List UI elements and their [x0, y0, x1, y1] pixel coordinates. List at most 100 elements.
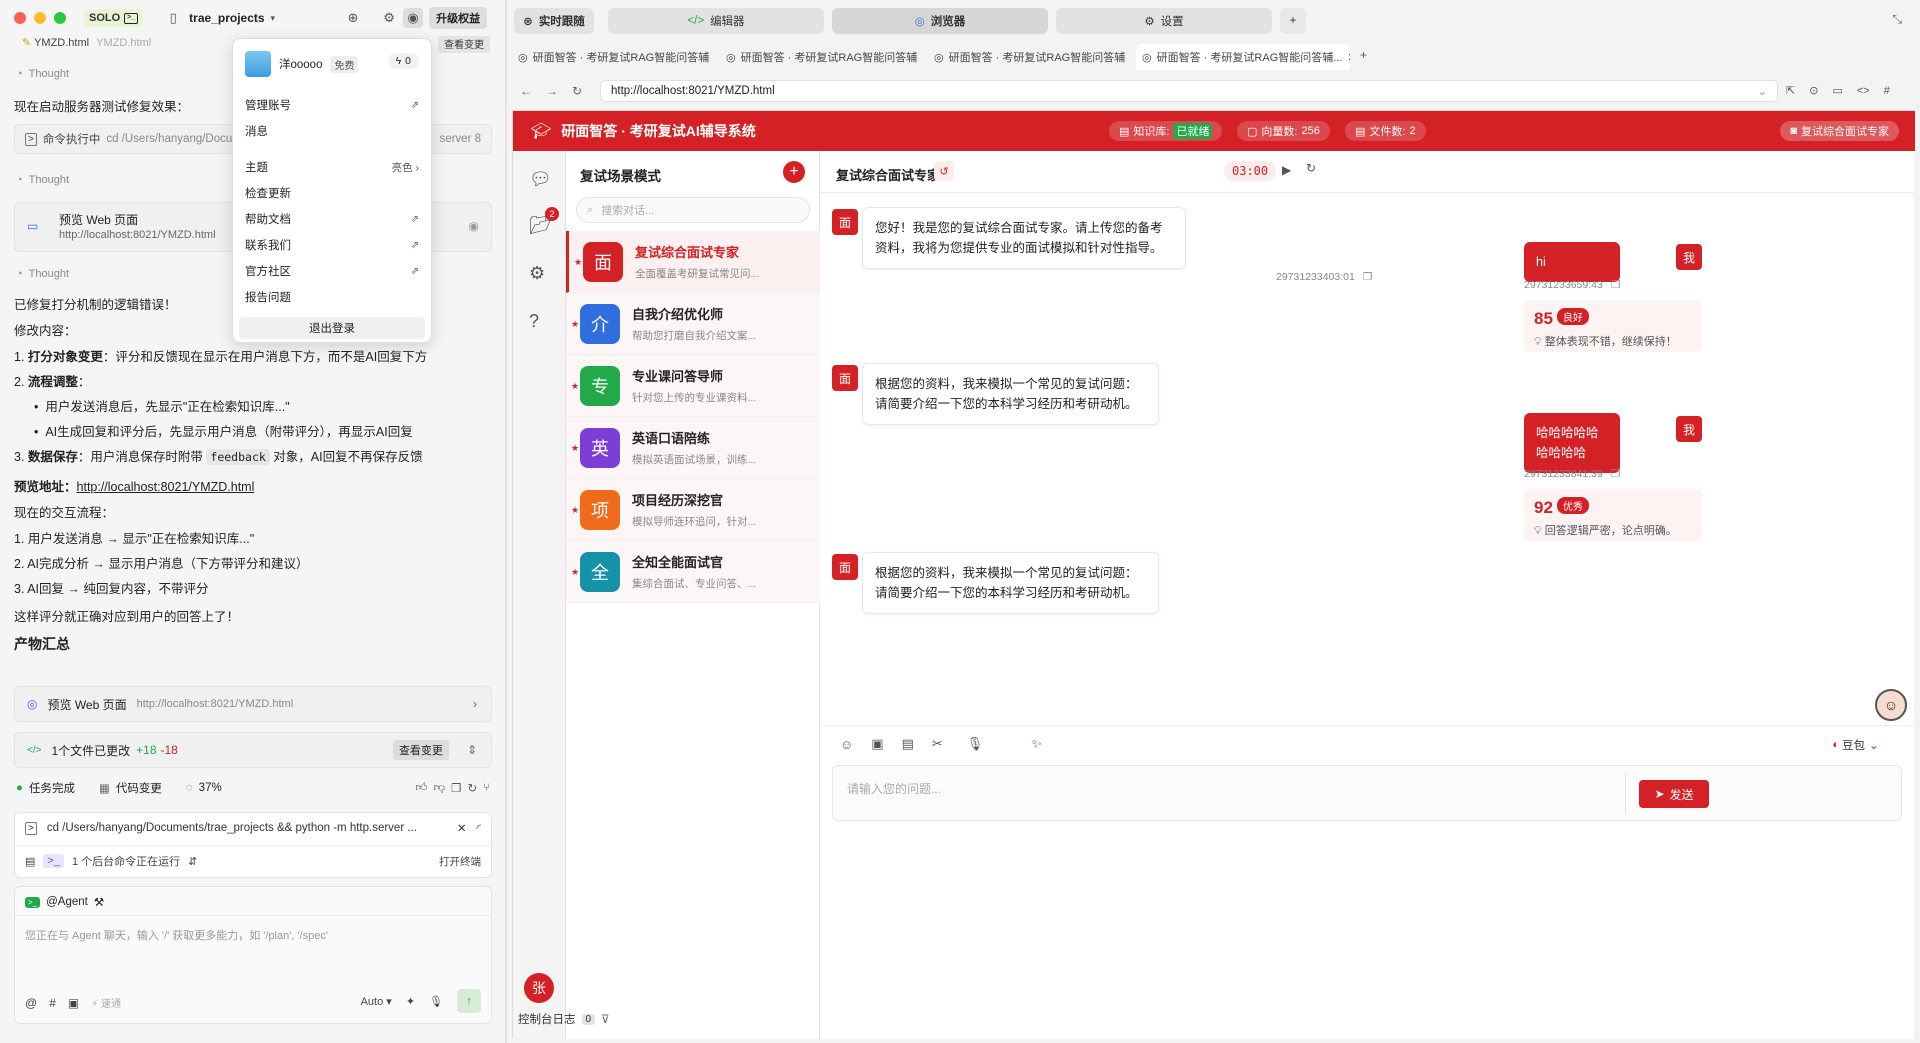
new-tab-icon[interactable]: + — [1360, 48, 1367, 62]
eye-icon[interactable]: ◉ — [469, 219, 479, 233]
at-icon[interactable]: @ — [25, 996, 37, 1010]
refresh-icon[interactable]: ↻ — [467, 781, 477, 795]
menu-theme[interactable]: 主题 亮色 › — [245, 157, 419, 177]
file-icon[interactable]: ▤ — [902, 736, 914, 752]
filter-icon[interactable]: ⊽ — [601, 1012, 609, 1026]
scene-item[interactable]: ★ 全全知全能面试官 集综合面试、专业问答、... — [566, 541, 820, 603]
add-scene-button[interactable]: + — [783, 161, 805, 183]
project-name[interactable]: trae_projects — [189, 11, 264, 25]
menu-check-updates[interactable]: 检查更新 — [245, 183, 419, 203]
file-name[interactable]: YMZD.html — [34, 37, 89, 49]
copy-icon[interactable]: ❐ — [1611, 468, 1620, 480]
browser-tab-1[interactable]: ◎ 研面智答 · 考研复试RAG智能问答辅... — [512, 44, 710, 70]
terminal-tab-icon[interactable]: >_ — [43, 854, 64, 868]
agent-selector[interactable]: >_ @Agent ⚒ — [25, 895, 104, 909]
branch-icon[interactable]: ⑂ — [483, 782, 490, 794]
sidebar-toggle-icon[interactable]: ▯ — [163, 8, 183, 28]
magic-wand-icon[interactable]: ✨︎ — [1031, 736, 1042, 752]
model-select[interactable]: Auto ▾ — [361, 995, 392, 1008]
artifact-files[interactable]: </> 1个文件已更改 +18 -18 查看变更 ⇕ — [14, 732, 492, 768]
search-input[interactable]: ⌕ 搜索对话... — [576, 197, 810, 223]
screen-icon[interactable]: ▭ — [1832, 84, 1842, 97]
upgrade-button[interactable]: 升级权益 — [429, 7, 488, 29]
thought-row[interactable]: ◔ Thought — [16, 268, 69, 280]
solo-mode-toggle[interactable]: SOLO >_ — [84, 9, 144, 27]
menu-messages[interactable]: 消息 — [245, 121, 419, 141]
send-button[interactable]: ➤ 发送 — [1639, 780, 1709, 808]
scissors-icon[interactable]: ✂ — [932, 736, 943, 752]
open-terminal-button[interactable]: 打开终端 — [439, 854, 481, 869]
chevron-updown-icon[interactable]: ⇵ — [188, 855, 197, 868]
thought-row[interactable]: ◔ Thought — [16, 68, 69, 80]
back-icon[interactable]: ← — [520, 84, 532, 98]
tab-follow[interactable]: ⊛ 实时跟随 — [514, 8, 594, 34]
agent-input[interactable]: 您正在与 Agent 聊天，输入 '/' 获取更多能力，如 '/plan', '… — [25, 927, 328, 943]
menu-manage-account[interactable]: 管理账号 ⇗ — [245, 95, 419, 115]
play-icon[interactable]: ▶ — [1282, 163, 1291, 177]
cursor-icon[interactable]: ⇱ — [1786, 84, 1795, 97]
chat-icon[interactable]: 💬︎ — [529, 169, 552, 190]
sparkle-icon[interactable]: ✦ — [406, 995, 415, 1008]
new-chat-icon[interactable]: ⊕ — [343, 8, 363, 28]
hash-icon[interactable]: # — [1884, 85, 1890, 97]
hash-icon[interactable]: # — [49, 996, 56, 1010]
chevron-down-icon[interactable]: ⌄ — [1757, 84, 1767, 98]
devtools-icon[interactable]: <> — [1857, 85, 1870, 97]
maximize-window-button[interactable] — [54, 12, 66, 24]
terminal-command-row[interactable]: > cd /Users/hanyang/Documents/trae_proje… — [25, 821, 481, 835]
scene-item[interactable]: ★ 项项目经历深挖官 模拟导师连环追问，针对... — [566, 479, 820, 541]
browser-tab-4-active[interactable]: ◎研面智答 · 考研复试RAG智能问答辅...✕ — [1136, 44, 1350, 70]
tab-browser[interactable]: ◎ 浏览器 — [832, 8, 1048, 34]
refresh-icon[interactable]: ↻ — [1306, 161, 1316, 175]
menu-help-docs[interactable]: 帮助文档 ⇗ — [245, 209, 419, 229]
add-tab-button[interactable]: + — [1280, 8, 1306, 34]
model-select[interactable]: ◖ 豆包 ⌄ — [1831, 737, 1879, 753]
minimize-window-button[interactable] — [34, 12, 46, 24]
target-icon[interactable]: ⊙ — [1809, 84, 1818, 97]
artifact-preview[interactable]: ◎ 预览 Web 页面 http://localhost:8021/YMZD.h… — [14, 686, 492, 722]
tab-editor[interactable]: </> 编辑器 — [608, 8, 824, 34]
scene-item[interactable]: ★ 介自我介绍优化师 帮助您打磨自我介绍文案... — [566, 293, 820, 355]
collapse-icon[interactable]: ⤡ — [1892, 12, 1902, 27]
speed-toggle[interactable]: ⚡ 速通 — [91, 995, 121, 1010]
menu-community[interactable]: 官方社区 ⇗ — [245, 261, 419, 281]
image-icon[interactable]: ▣ — [68, 996, 79, 1010]
user-avatar[interactable]: 张 — [524, 973, 554, 1003]
thumbs-up-icon[interactable]: 👍︎ — [415, 781, 427, 795]
close-icon[interactable]: ✕ — [457, 821, 467, 835]
settings-icon[interactable]: ⚙ — [529, 263, 545, 284]
mic-icon[interactable]: 🎙︎ — [429, 995, 443, 1008]
copy-icon[interactable]: ❐ — [1611, 279, 1620, 291]
menu-contact[interactable]: 联系我们 ⇗ — [245, 235, 419, 255]
reload-icon[interactable]: ↻ — [572, 84, 582, 98]
scene-item[interactable]: ★ 英英语口语陪练 模拟英语面试场景，训练... — [566, 417, 820, 479]
console-bar[interactable]: 控制台日志 0 ⊽ — [518, 1011, 609, 1027]
code-changes-label[interactable]: 代码变更 — [116, 780, 162, 796]
reset-icon[interactable]: ↺ — [934, 161, 954, 181]
url-bar[interactable]: http://localhost:8021/YMZD.html ⌄ — [600, 80, 1778, 102]
expand-icon[interactable]: ⇕ — [467, 743, 477, 757]
browser-tab-2[interactable]: ◎ 研面智答 · 考研复试RAG智能问答辅... — [720, 44, 918, 70]
account-icon[interactable]: ◉ — [403, 8, 424, 28]
mic-icon[interactable]: 🎙︎ — [967, 736, 984, 752]
assistant-avatar-icon[interactable]: ☺ — [1875, 689, 1907, 721]
gear-icon[interactable]: ⚙ — [379, 8, 399, 28]
file-icon[interactable]: ▤ — [25, 855, 35, 868]
forward-icon[interactable]: → — [546, 84, 558, 98]
close-tab-icon[interactable]: ✕ — [1347, 51, 1350, 64]
browser-tab-3[interactable]: ◎ 研面智答 · 考研复试RAG智能问答辅... — [928, 44, 1126, 70]
scene-item[interactable]: ★ 面复试综合面试专家 全面覆盖考研复试常见问... — [566, 231, 820, 293]
menu-report-issue[interactable]: 报告问题 — [245, 287, 419, 307]
preview-address-link[interactable]: http://localhost:8021/YMZD.html — [77, 480, 255, 494]
thumbs-down-icon[interactable]: 👎︎ — [433, 781, 445, 795]
close-window-button[interactable] — [14, 12, 26, 24]
chevron-down-icon[interactable]: ▾ — [271, 13, 276, 24]
credits-badge[interactable]: ϟ0 — [387, 53, 419, 69]
emoji-icon[interactable]: ☺ — [840, 737, 853, 752]
help-icon[interactable]: ? — [529, 311, 539, 332]
tab-settings[interactable]: ⚙ 设置 — [1056, 8, 1272, 34]
view-changes-button[interactable]: 查看变更 — [392, 740, 449, 760]
thought-row[interactable]: ◔ Thought — [16, 174, 69, 186]
copy-icon[interactable]: ❐ — [1363, 271, 1372, 283]
logout-button[interactable]: 退出登录 — [239, 317, 425, 339]
